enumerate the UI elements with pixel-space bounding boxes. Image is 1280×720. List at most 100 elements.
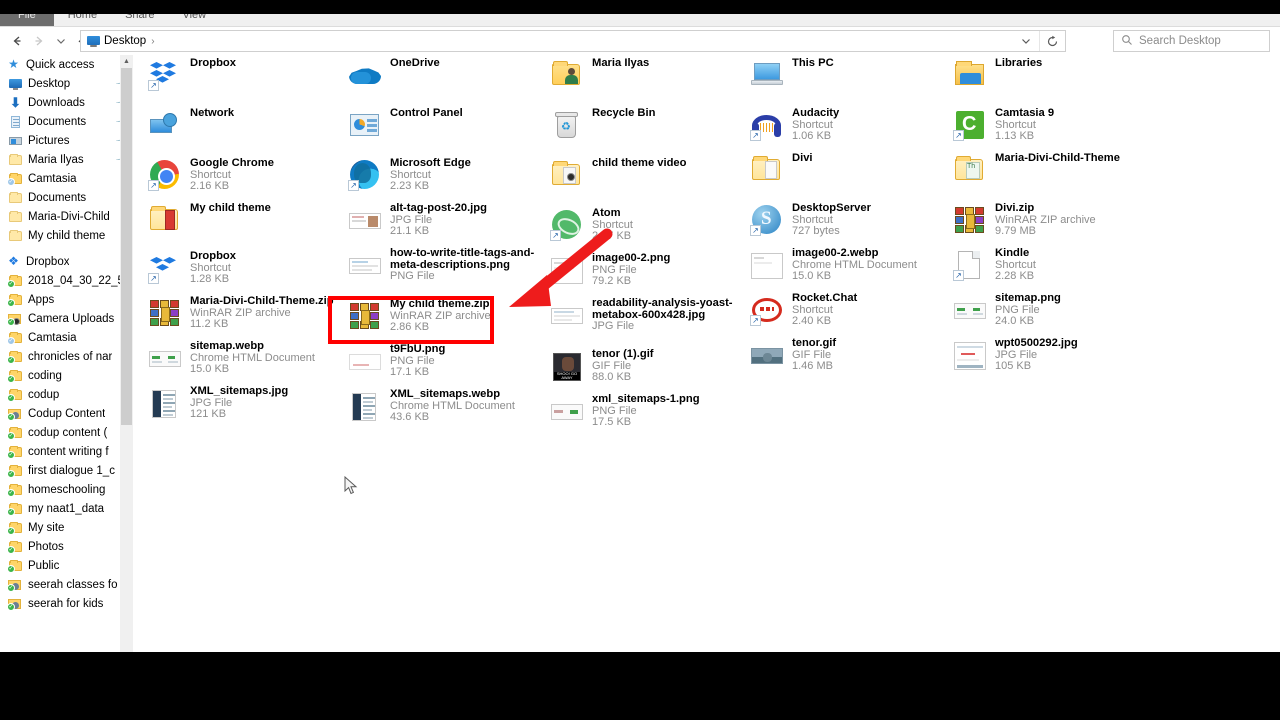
sidebar-item-my-child-theme[interactable]: My child theme [0,226,134,245]
sidebar-item-desktop[interactable]: Desktop 📌 [0,74,134,93]
sidebar-item-homeschooling[interactable]: ✓ homeschooling [0,480,134,499]
chevron-right-icon[interactable]: › [149,36,156,47]
sidebar-item-coding[interactable]: ✓ coding [0,366,134,385]
list-item[interactable]: ↗ Dropbox [148,55,353,100]
list-item[interactable]: t9FbU.png PNG File 17.1 KB [348,341,553,381]
file-size: 21.1 KB [390,225,430,237]
sidebar-scrollbar[interactable]: ▲ [120,55,133,653]
sidebar-item-photos[interactable]: ✓ Photos [0,537,134,556]
file-list-pane[interactable]: ↗ Dropbox Network ↗ Google Chrome Shortc… [134,55,1280,653]
file-grid: ↗ Dropbox Network ↗ Google Chrome Shortc… [138,55,1278,653]
navigation-pane[interactable]: ★ Quick access Desktop 📌 ⬇ Downloads 📌 D… [0,55,134,653]
sidebar-item-my-naat1-data[interactable]: ✓ my naat1_data [0,499,134,518]
sidebar-item-2018-04-30[interactable]: ✓ 2018_04_30_22_5 [0,271,134,290]
folder-icon [8,152,23,167]
sidebar-item-camtasia-dropbox[interactable]: ✓ Camtasia [0,328,134,347]
sidebar-item-maria-divi-child[interactable]: Maria-Divi-Child [0,207,134,226]
sidebar-item-codup-content[interactable]: ✓ Codup Content [0,404,134,423]
list-item[interactable]: Th Maria-Divi-Child-Theme [953,150,1158,195]
list-item[interactable]: This PC [750,55,955,100]
sidebar-item-documents[interactable]: Documents 📌 [0,112,134,131]
tab-home[interactable]: Home [54,14,111,26]
list-item[interactable]: wpt0500292.jpg JPG File 105 KB [953,335,1158,375]
star-icon: ★ [8,57,19,71]
folder-sync-icon: ✓ [7,463,23,478]
sidebar-item-label: Camtasia [28,172,77,185]
address-dropdown-icon[interactable] [1013,31,1039,51]
file-name: Google Chrome [190,157,274,169]
list-item[interactable]: sitemap.png PNG File 24.0 KB [953,290,1158,330]
file-name: Dropbox [190,57,236,69]
sidebar-item-my-site[interactable]: ✓ My site [0,518,134,537]
list-item[interactable]: ↗ Google Chrome Shortcut 2.16 KB [148,155,353,195]
sidebar-item-content-writing[interactable]: ✓ content writing f [0,442,134,461]
file-name: Libraries [995,57,1043,69]
list-item[interactable]: Control Panel [348,105,553,150]
file-name: Kindle [995,247,1030,259]
file-size: 43.6 KB [390,411,430,423]
sidebar-item-codup-content-2[interactable]: ✓ codup content ( [0,423,134,442]
file-name: Audacity [792,107,840,119]
list-item[interactable]: Network [148,105,353,150]
sidebar-item-camera-uploads[interactable]: ✓ Camera Uploads [0,309,134,328]
list-item[interactable]: image00-2.webp Chrome HTML Document 15.0… [750,245,955,285]
sidebar-group-dropbox[interactable]: ❖ Dropbox [0,252,134,271]
tab-share[interactable]: Share [111,14,168,26]
file-type: Shortcut [995,118,1036,131]
sidebar-item-pictures[interactable]: Pictures 📌 [0,131,134,150]
tab-file[interactable]: File [0,14,54,26]
forward-icon[interactable] [28,30,50,52]
list-item[interactable]: Divi.zip WinRAR ZIP archive 9.79 MB [953,200,1158,240]
libraries-icon [953,58,987,92]
breadcrumb-label[interactable]: Desktop [104,35,146,47]
sidebar-item-first-dialogue[interactable]: ✓ first dialogue 1_c [0,461,134,480]
sidebar-item-seerah-classes[interactable]: ✓ seerah classes fo [0,575,134,594]
file-name: tenor (1).gif [592,348,654,360]
sidebar-item-chronicles-of-narnia[interactable]: ✓ chronicles of nar [0,347,134,366]
sidebar-item-documents-2[interactable]: Documents [0,188,134,207]
search-input[interactable]: Search Desktop [1113,30,1270,52]
breadcrumb[interactable]: Desktop › [81,34,1013,49]
scroll-up-icon[interactable]: ▲ [120,55,133,68]
recent-locations-icon[interactable] [50,30,72,52]
sidebar-item-apps[interactable]: ✓ Apps [0,290,134,309]
list-item[interactable]: ♻ Recycle Bin [550,105,755,150]
list-item[interactable]: Divi [750,150,955,195]
list-item[interactable]: ↗ Dropbox Shortcut 1.28 KB [148,248,353,288]
sidebar-item-public[interactable]: ✓ Public [0,556,134,575]
back-icon[interactable] [6,30,28,52]
file-type: GIF File [792,348,832,361]
sidebar-item-label: Codup Content [28,407,106,420]
list-item[interactable]: XML_sitemaps.webp Chrome HTML Document 4… [348,386,553,426]
sidebar-item-codup[interactable]: ✓ codup [0,385,134,404]
list-item[interactable]: sitemap.webp Chrome HTML Document 15.0 K… [148,338,353,378]
control-panel-icon [348,108,382,142]
refresh-icon[interactable] [1039,31,1065,51]
list-item[interactable]: ↗ Camtasia 9 Shortcut 1.13 KB [953,105,1158,145]
list-item[interactable]: xml_sitemaps-1.png PNG File 17.5 KB [550,391,755,431]
scrollbar-thumb[interactable] [121,68,132,425]
sidebar-item-maria-ilyas[interactable]: Maria Ilyas 📌 [0,150,134,169]
list-item[interactable]: OneDrive [348,55,553,100]
file-type: PNG File [390,270,435,282]
list-item[interactable]: ↗ Rocket.Chat Shortcut 2.40 KB [750,290,955,330]
list-item[interactable]: Maria-Divi-Child-Theme.zip WinRAR ZIP ar… [148,293,353,333]
list-item[interactable]: Maria Ilyas [550,55,755,100]
list-item[interactable]: XML_sitemaps.jpg JPG File 121 KB [148,383,353,423]
tab-view[interactable]: View [168,14,220,26]
list-item[interactable]: ↗ Microsoft Edge Shortcut 2.23 KB [348,155,553,195]
sidebar-group-quick-access[interactable]: ★ Quick access [0,55,134,74]
list-item[interactable]: child theme video [550,155,755,200]
list-item[interactable]: ↗ Audacity Shortcut 1.06 KB [750,105,955,145]
address-bar[interactable]: Desktop › [80,30,1066,52]
sidebar-item-camtasia[interactable]: ✓ Camtasia [0,169,134,188]
list-item[interactable]: ↗ DesktopServer Shortcut 727 bytes [750,200,955,240]
sidebar-item-seerah-for-kids[interactable]: ✓ seerah for kids [0,594,134,613]
sidebar-item-downloads[interactable]: ⬇ Downloads 📌 [0,93,134,112]
list-item[interactable]: My child theme [148,200,353,243]
list-item[interactable]: ↗ Kindle Shortcut 2.28 KB [953,245,1158,285]
list-item[interactable]: Libraries [953,55,1158,100]
list-item[interactable]: tenor.gif GIF File 1.46 MB [750,335,955,375]
shortcut-overlay-icon: ↗ [953,270,964,281]
list-item[interactable]: SHOO! GO AWAY tenor (1).gif GIF File 88.… [550,346,755,386]
